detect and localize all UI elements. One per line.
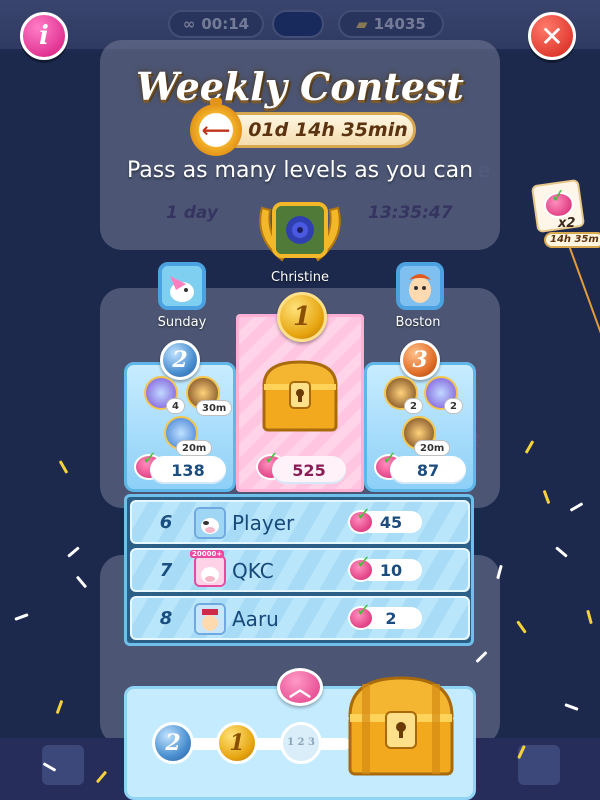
offer-time: 14h 35m [544,232,600,248]
close-button[interactable]: ✕ [528,12,576,60]
qkc-avatar [194,555,226,587]
row-rank: 8 [159,608,173,629]
row-name: QKC [232,559,274,583]
milestone-ranks-coin: 1 2 3 [280,722,322,764]
info-button[interactable]: i [20,12,68,60]
booster-count: 20m [176,440,213,456]
leaderboard-row[interactable]: 6 Player 45 [130,500,470,544]
grand-treasure-chest-icon [348,676,454,776]
first-place-coin: 1 [277,292,327,342]
boston-avatar[interactable] [396,262,444,310]
milestone-silver-coin: 2 [152,722,194,764]
contest-subtitle: Pass as many levels as you can [126,158,474,183]
row-name: Player [232,511,295,535]
row-name: Aaru [232,607,279,631]
progress-track [170,738,350,750]
row-rank: 6 [159,512,173,533]
booster-count: 2 [444,398,463,414]
boston-character-icon [400,266,440,306]
third-place-score: 87 [390,456,466,484]
third-place-coin: 3 [400,340,440,380]
leaderboard-row[interactable]: 8 Aaru 2 [130,596,470,640]
booster-count: 4 [166,398,185,414]
leaderboard-row[interactable]: 7 20000+ QKC 10 [130,548,470,592]
cow-character-icon [196,557,224,585]
candy-check-icon [348,600,374,630]
candy-check-icon [348,552,374,582]
stopwatch-icon: ⟵ [190,98,242,156]
row-rank: 7 [159,560,173,581]
row-tag: 20000+ [190,550,225,558]
christine-avatar[interactable] [272,202,328,258]
cornflower-photo-icon [276,206,324,254]
info-icon: i [39,21,49,51]
timer-value: 01d 14h 35min [220,112,416,148]
contest-timer: 01d 14h 35min ⟵ [190,98,420,156]
mr-toffee-character-icon [196,605,224,633]
aaru-avatar [194,603,226,635]
double-reward-offer[interactable]: x2 14h 35m [528,178,600,258]
treasure-chest-icon [262,360,338,432]
player-avatar [194,507,226,539]
close-icon: ✕ [540,19,564,53]
booster-count: 20m [414,440,451,456]
contest-title: Weekly Contest [136,64,464,109]
second-place-coin: 2 [160,340,200,380]
candy-check-icon [348,504,374,534]
booster-count: 30m [196,400,233,416]
chevron-up-icon: ︿ [288,677,311,702]
expand-up-button[interactable]: ︿ [277,668,323,706]
second-place-name: Sunday [157,315,207,330]
first-place-score: 525 [272,456,346,484]
milestone-gold-coin: 1 [216,722,258,764]
offer-multiplier: x2 [558,216,576,231]
cow-character-icon [196,509,224,537]
booster-count: 2 [404,398,423,414]
second-place-score: 138 [150,456,226,484]
sunday-avatar[interactable] [158,262,206,310]
third-place-name: Boston [395,315,441,330]
first-place-name: Christine [271,270,329,285]
unicorn-character-icon [162,266,202,306]
